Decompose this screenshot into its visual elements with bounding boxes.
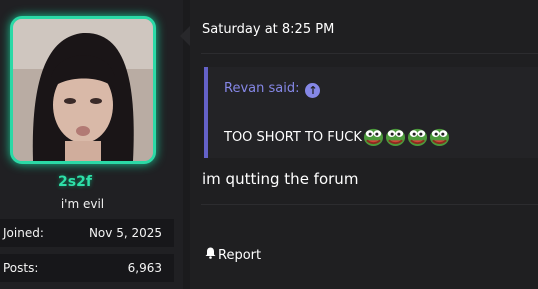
stat-value: Nov 5, 2025: [88, 226, 162, 240]
quote-text-line: TOO SHORT TO FUCK: [224, 126, 450, 147]
divider: [201, 204, 538, 205]
user-title: i'm evil: [60, 197, 105, 211]
quote-author[interactable]: Revan said:: [224, 81, 299, 96]
stat-label: Joined:: [3, 226, 44, 240]
quote-text: TOO SHORT TO FUCK: [224, 130, 362, 145]
pepe-frog-emote-icon: [385, 128, 405, 147]
post-pointer-arrow: [180, 26, 190, 46]
report-label[interactable]: Report: [218, 248, 261, 263]
avatar[interactable]: [10, 16, 156, 164]
user-sidebar: 2s2f i'm evil Joined: Nov 5, 2025 Posts:…: [0, 0, 183, 289]
pepe-frog-emote-icon: [429, 128, 449, 147]
arrow-up-circle-icon[interactable]: ↑: [305, 83, 321, 98]
stat-posts: Posts: 6,963: [0, 254, 174, 282]
pepe-frog-emote-icon: [363, 128, 383, 147]
post-message: im qutting the forum: [202, 170, 359, 188]
quote-block: Revan said: ↑ TOO SHORT TO FUCK: [204, 67, 538, 158]
post-timestamp[interactable]: Saturday at 8:25 PM: [202, 22, 334, 37]
divider: [201, 53, 538, 54]
bell-icon: [205, 247, 216, 259]
username[interactable]: 2s2f: [0, 174, 150, 190]
stat-label: Posts:: [3, 261, 39, 275]
stat-value: 6,963: [127, 261, 162, 275]
report-button[interactable]: Report: [205, 247, 261, 263]
avatar-photo: [13, 19, 153, 161]
pepe-frog-emote-icon: [407, 128, 427, 147]
stat-joined: Joined: Nov 5, 2025: [0, 219, 174, 247]
quote-attribution[interactable]: Revan said: ↑: [224, 81, 321, 98]
